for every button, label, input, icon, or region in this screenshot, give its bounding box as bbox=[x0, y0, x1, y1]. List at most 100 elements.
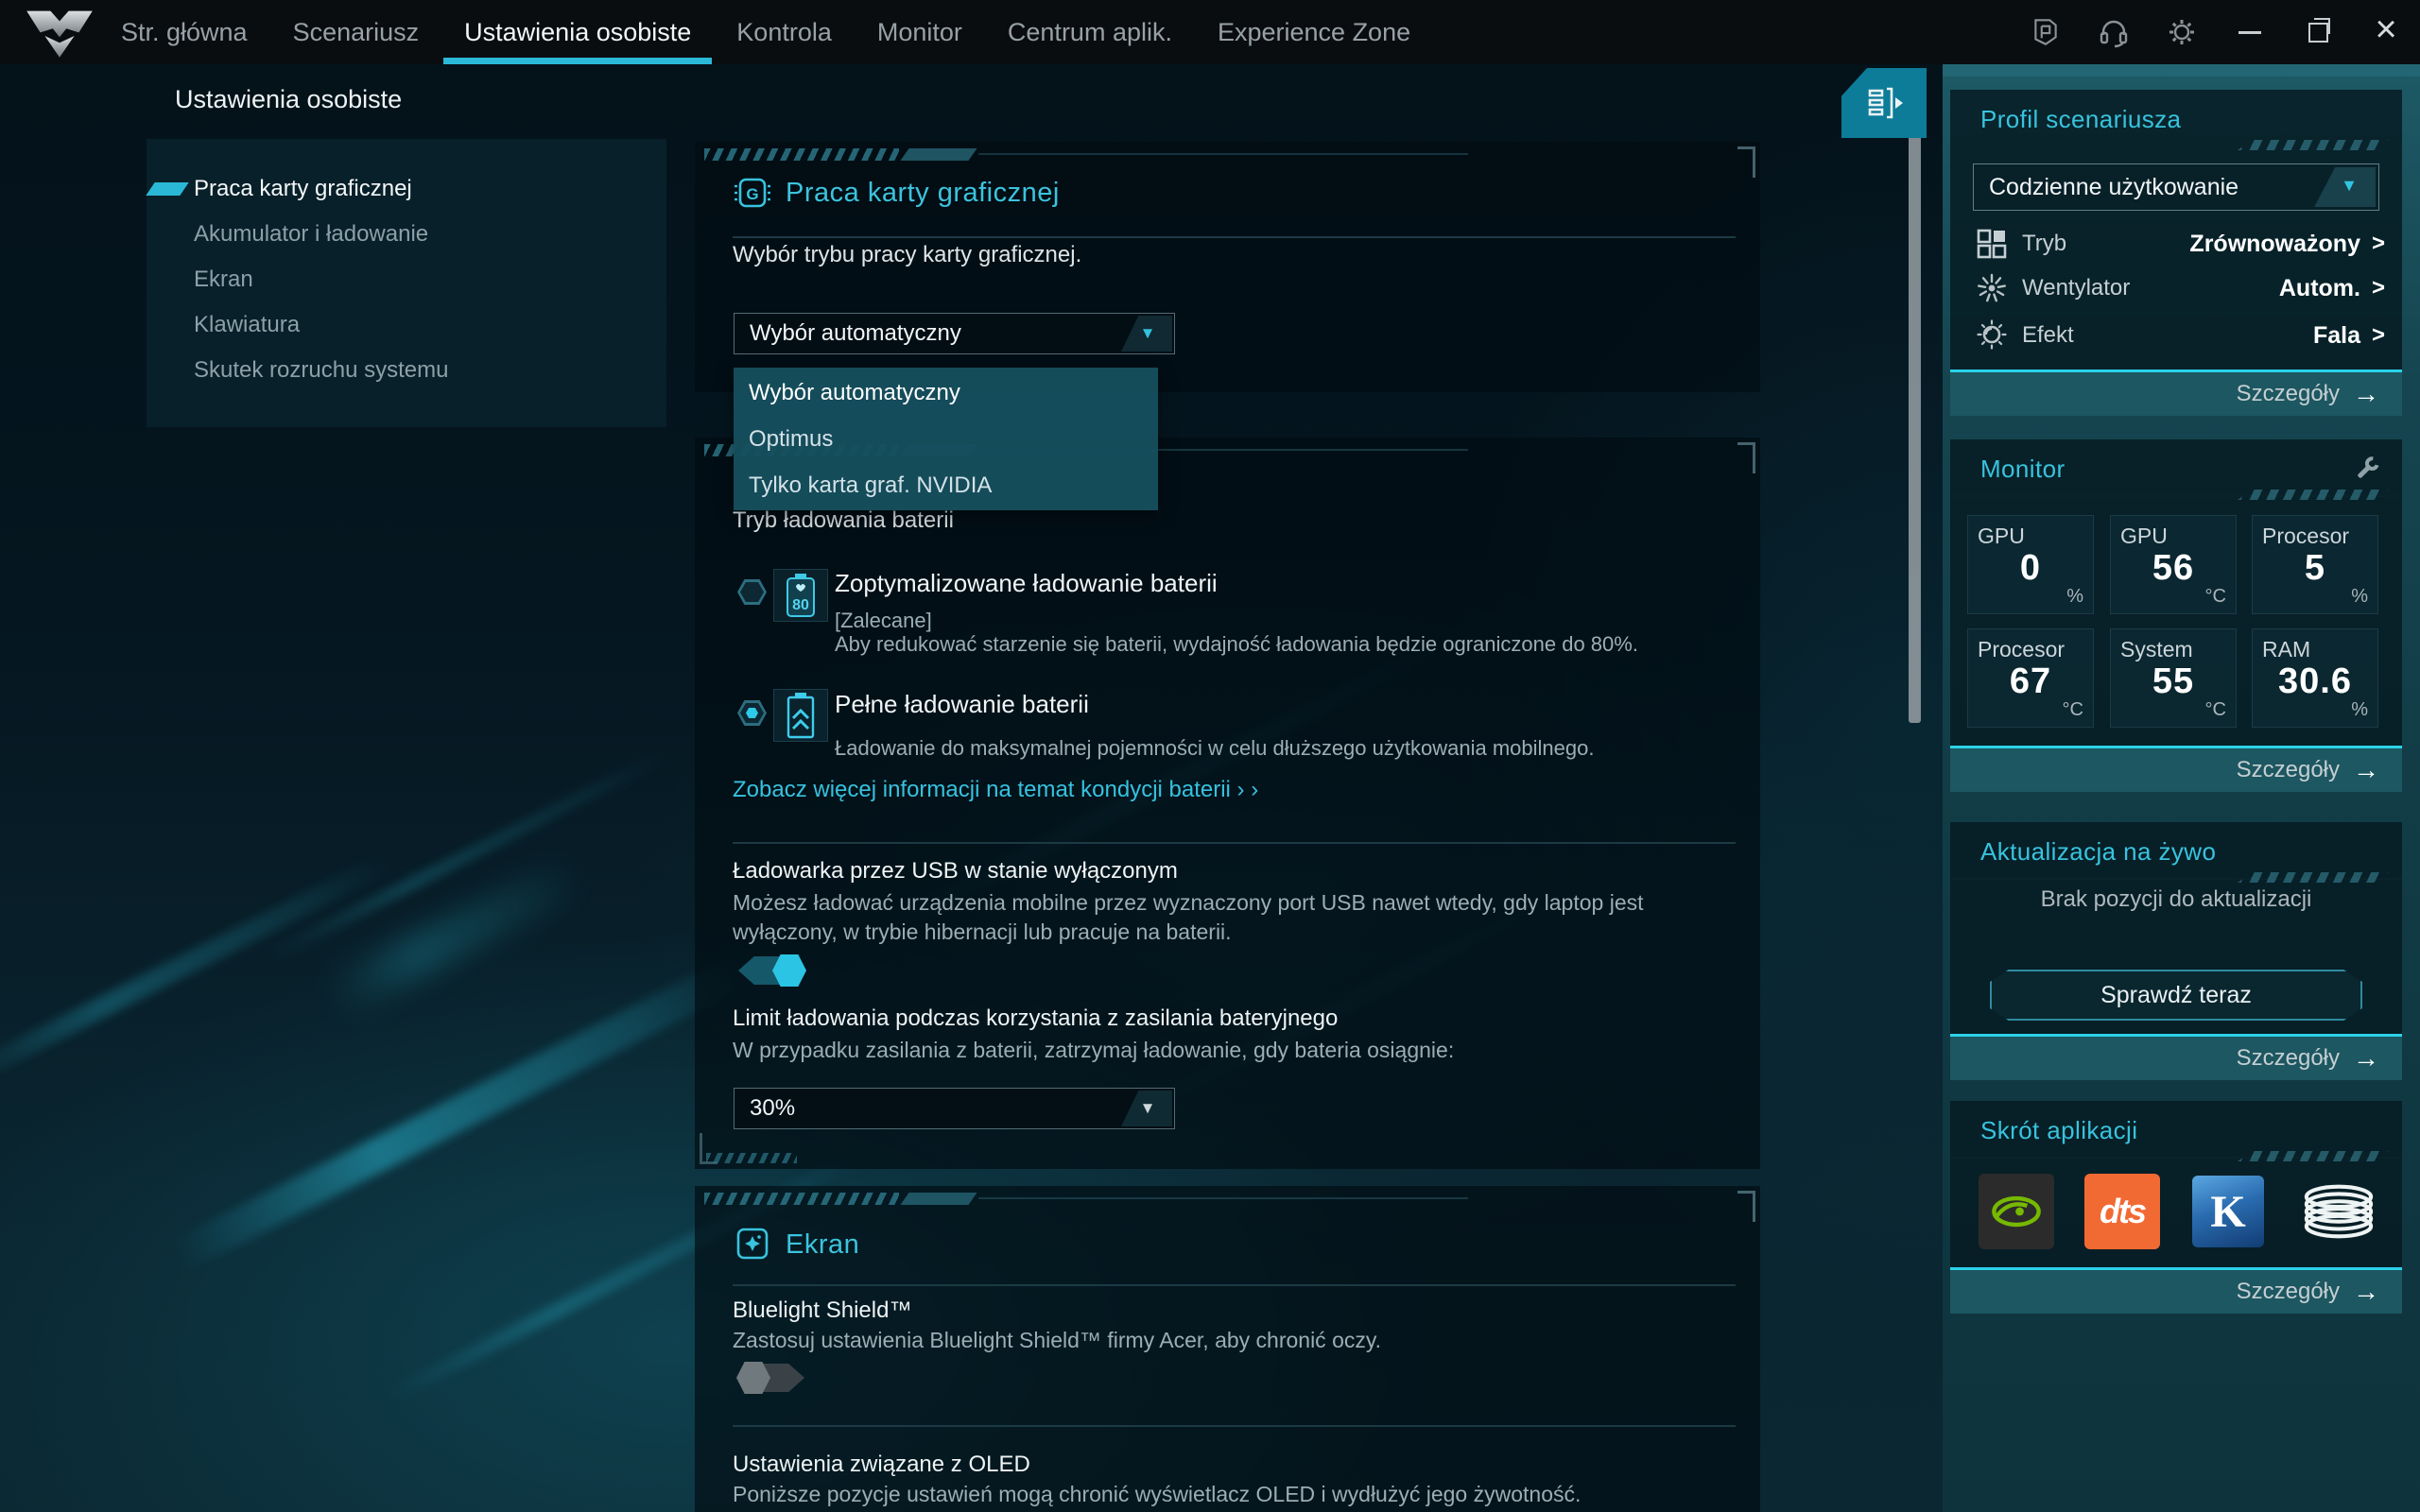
apps-details-button[interactable]: Szczegóły → bbox=[1950, 1267, 2402, 1314]
tile-value: 5 bbox=[2253, 548, 2377, 589]
settings-gear-icon[interactable] bbox=[2148, 0, 2216, 64]
panel-title: Aktualizacja na żywo bbox=[1950, 822, 2402, 867]
subnav-akumulator[interactable]: Akumulator i ładowanie bbox=[147, 212, 666, 257]
tile-value: 55 bbox=[2111, 662, 2236, 702]
charge-limit-title: Limit ładowania podczas korzystania z za… bbox=[733, 1005, 1338, 1032]
tab-experience-zone[interactable]: Experience Zone bbox=[1195, 0, 1433, 64]
radio-full-charging[interactable] bbox=[737, 700, 767, 726]
subnav-praca-karty-graficznej[interactable]: Praca karty graficznej bbox=[147, 166, 666, 212]
tile-unit: % bbox=[2351, 586, 2368, 608]
profile-row-tryb[interactable]: Tryb Zrównoważony > bbox=[1975, 222, 2385, 266]
bluelight-toggle[interactable] bbox=[738, 1364, 804, 1392]
dropdown-option-wybor-automatyczny[interactable]: Wybór automatyczny bbox=[734, 369, 1158, 416]
tab-str-glowna[interactable]: Str. główna bbox=[98, 0, 270, 64]
monitor-panel: Monitor GPU 0 % GPU 56 °C Procesor 5 bbox=[1950, 439, 2402, 792]
radio-optimized-charging[interactable] bbox=[737, 579, 767, 605]
corner-bracket bbox=[1737, 146, 1755, 178]
hazard-stripes bbox=[704, 148, 899, 161]
tile-label: GPU bbox=[1978, 524, 2025, 549]
divider bbox=[733, 1425, 1736, 1427]
hazard-stripes bbox=[706, 1153, 797, 1163]
subnav-skutek-rozruchu[interactable]: Skutek rozruchu systemu bbox=[147, 348, 666, 393]
killer-app-icon[interactable]: K bbox=[2192, 1176, 2264, 1247]
predator-logo-icon bbox=[25, 8, 95, 59]
divider bbox=[733, 236, 1736, 238]
close-button[interactable]: × bbox=[2352, 0, 2420, 64]
minimize-button[interactable] bbox=[2216, 0, 2284, 64]
profile-details-button[interactable]: Szczegóły → bbox=[1950, 369, 2402, 416]
oled-title: Ustawienia związane z OLED bbox=[733, 1452, 1030, 1478]
monitor-details-button[interactable]: Szczegóły → bbox=[1950, 746, 2402, 792]
dropdown-option-optimus[interactable]: Optimus bbox=[734, 416, 1158, 462]
hazard-stripes bbox=[704, 1193, 899, 1205]
monitor-tile-gpu-temp: GPU 56 °C bbox=[2110, 515, 2237, 614]
full-charging-label: Pełne ładowanie baterii bbox=[835, 690, 1089, 719]
divider bbox=[733, 842, 1736, 844]
chevron-down-icon: ▼ bbox=[1140, 324, 1156, 343]
details-label: Szczegóły bbox=[2237, 1045, 2340, 1072]
content-scrollbar[interactable] bbox=[1909, 128, 1921, 723]
planet9-icon[interactable] bbox=[2012, 0, 2080, 64]
subnav-ekran[interactable]: Ekran bbox=[147, 257, 666, 302]
wrench-icon[interactable] bbox=[2351, 455, 2381, 485]
optimized-charging-badge: [Zalecane] bbox=[835, 609, 932, 633]
tab-ustawienia-osobiste[interactable]: Ustawienia osobiste bbox=[441, 0, 714, 64]
charge-limit-dropdown[interactable]: 30% ▼ bbox=[734, 1088, 1175, 1129]
details-label: Szczegóły bbox=[2237, 757, 2340, 783]
oled-description: Poniższe pozycje ustawień mogą chronić w… bbox=[733, 1482, 1581, 1507]
restore-button[interactable] bbox=[2284, 0, 2352, 64]
dropdown-caret-zone: ▼ bbox=[1121, 1089, 1174, 1128]
gpu-chip-icon: G bbox=[733, 173, 772, 213]
gpu-mode-dropdown[interactable]: Wybór automatyczny ▼ bbox=[734, 313, 1175, 354]
app-shortcut-panel: Skrót aplikacji dts K bbox=[1950, 1101, 2402, 1314]
predator-rings-app-icon[interactable] bbox=[2302, 1174, 2376, 1247]
check-now-button[interactable]: Sprawdź teraz bbox=[1990, 970, 2362, 1021]
live-update-panel: Aktualizacja na żywo Brak pozycji do akt… bbox=[1950, 822, 2402, 1080]
minimize-icon bbox=[2238, 31, 2261, 34]
row-label: Efekt bbox=[2022, 322, 2074, 349]
tile-label: Procesor bbox=[2262, 524, 2349, 549]
screen-icon bbox=[733, 1224, 772, 1263]
page-title: Ustawienia osobiste bbox=[175, 85, 402, 114]
nvidia-app-icon[interactable] bbox=[1979, 1174, 2054, 1249]
row-value: Zrównoważony bbox=[2189, 231, 2360, 258]
dts-app-icon[interactable]: dts bbox=[2084, 1174, 2160, 1249]
charge-limit-description: W przypadku zasilania z baterii, zatrzym… bbox=[733, 1038, 1454, 1063]
svg-text:G: G bbox=[746, 185, 758, 203]
section-battery: Tryb ładowania baterii 80 Zoptymalizowan… bbox=[695, 438, 1760, 1169]
tab-scenariusz[interactable]: Scenariusz bbox=[270, 0, 442, 64]
tile-value: 30.6 bbox=[2253, 662, 2377, 702]
panel-list-icon bbox=[1862, 84, 1906, 122]
optimized-charging-label: Zoptymalizowane ładowanie baterii bbox=[835, 569, 1218, 598]
dropdown-option-nvidia-only[interactable]: Tylko karta graf. NVIDIA bbox=[734, 462, 1158, 508]
optimized-charging-description: Aby redukować starzenie się baterii, wyd… bbox=[835, 632, 1638, 657]
battery-health-link[interactable]: Zobacz więcej informacji na temat kondyc… bbox=[733, 777, 1258, 803]
details-label: Szczegóły bbox=[2237, 381, 2340, 407]
tab-centrum-aplik[interactable]: Centrum aplik. bbox=[985, 0, 1195, 64]
tab-kontrola[interactable]: Kontrola bbox=[714, 0, 855, 64]
panel-divider bbox=[1950, 146, 2402, 147]
tile-label: Procesor bbox=[1978, 637, 2065, 662]
monitor-tile-cpu-load: Procesor 5 % bbox=[2252, 515, 2378, 614]
subnav-klawiatura[interactable]: Klawiatura bbox=[147, 302, 666, 348]
tile-unit: °C bbox=[2205, 699, 2226, 721]
support-headset-icon[interactable] bbox=[2080, 0, 2148, 64]
tile-unit: °C bbox=[2205, 586, 2226, 608]
tab-monitor[interactable]: Monitor bbox=[855, 0, 985, 64]
arrow-right-icon: → bbox=[2353, 381, 2379, 407]
profile-row-wentylator[interactable]: Wentylator Autom. > bbox=[1975, 266, 2385, 310]
chevron-right-icon: > bbox=[2372, 231, 2385, 257]
row-label: Tryb bbox=[2022, 231, 2066, 257]
usb-charging-toggle[interactable] bbox=[738, 956, 804, 985]
tile-label: RAM bbox=[2262, 637, 2310, 662]
tile-label: System bbox=[2120, 637, 2193, 662]
decor-line bbox=[978, 153, 1468, 155]
fan-icon bbox=[1975, 271, 2009, 305]
update-details-button[interactable]: Szczegóły → bbox=[1950, 1034, 2402, 1080]
bluelight-description: Zastosuj ustawienia Bluelight Shield™ fi… bbox=[733, 1328, 1381, 1353]
scenario-profile-value: Codzienne użytkowanie bbox=[1989, 174, 2238, 201]
scenario-profile-dropdown[interactable]: Codzienne użytkowanie ▼ bbox=[1973, 163, 2379, 211]
profile-row-efekt[interactable]: Efekt Fala > bbox=[1975, 314, 2385, 357]
details-label: Szczegóły bbox=[2237, 1279, 2340, 1305]
tile-unit: % bbox=[2066, 586, 2083, 608]
